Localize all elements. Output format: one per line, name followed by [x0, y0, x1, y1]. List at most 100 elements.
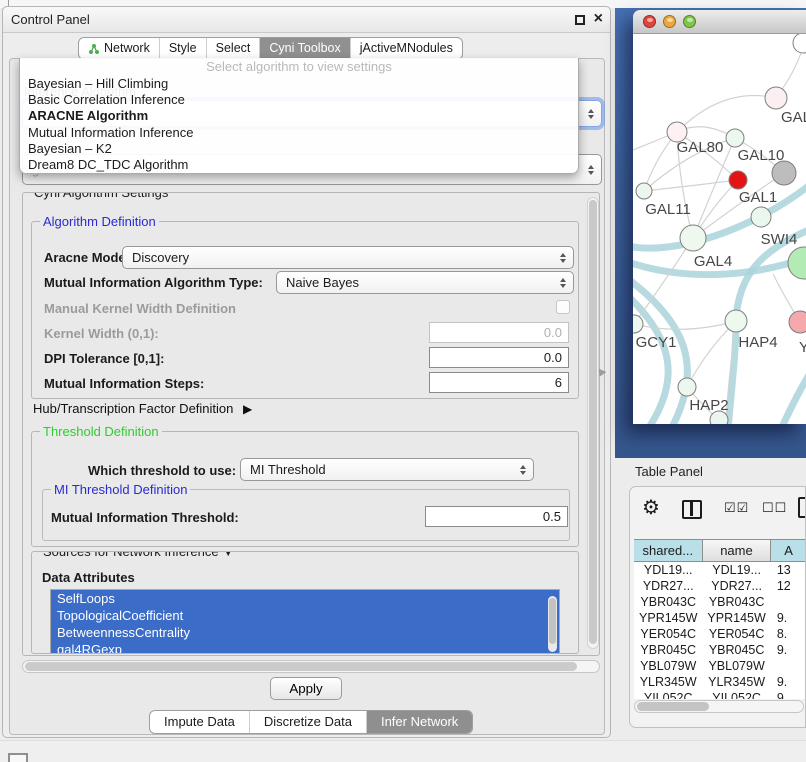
network-canvas[interactable]: GALGAL80GAL10GAL1GAL11SWI4GAL4GCY1HAP4YH… — [633, 34, 806, 424]
attribute-list-item[interactable]: gal4RGexp — [51, 641, 559, 654]
tab-cyni-toolbox[interactable]: Cyni Toolbox — [259, 38, 349, 59]
tab-style[interactable]: Style — [159, 38, 206, 59]
sources-group: Sources for Network Inference ▼ Data Att… — [31, 551, 579, 654]
table-row[interactable]: YBL079WYBL079W — [634, 658, 806, 674]
select-all-columns-icon[interactable]: ☑☑ — [724, 500, 749, 516]
mi-threshold-field[interactable]: 0.5 — [425, 506, 568, 527]
manual-kernel-width-checkbox[interactable] — [556, 300, 570, 314]
network-view-window[interactable]: GALGAL80GAL10GAL1GAL11SWI4GAL4GCY1HAP4YH… — [633, 10, 806, 424]
table-cell: 9. — [771, 674, 806, 690]
network-node-label: SWI4 — [761, 231, 798, 248]
close-traffic-light[interactable] — [643, 15, 656, 28]
attribute-list-item[interactable]: SelfLoops — [51, 590, 559, 607]
mi-threshold-definition-group: MI Threshold Definition Mutual Informati… — [42, 489, 570, 541]
column-header-clipped[interactable]: A — [771, 540, 806, 561]
settings-group-title: Cyni Algorithm Settings — [31, 192, 171, 200]
network-node[interactable] — [678, 378, 696, 396]
network-node[interactable] — [680, 225, 706, 251]
settings-vertical-scrollbar[interactable] — [587, 197, 599, 649]
table-cell: 9. — [771, 610, 806, 626]
network-node[interactable] — [765, 87, 787, 109]
export-table-icon[interactable] — [798, 497, 806, 518]
network-node[interactable] — [729, 171, 747, 189]
algorithm-option[interactable]: Bayesian – Hill Climbing — [20, 76, 578, 92]
network-node[interactable] — [789, 311, 806, 333]
table-row[interactable]: YER054CYER054C8. — [634, 626, 806, 642]
aracne-mode-combobox[interactable]: Discovery — [122, 246, 574, 269]
algorithm-option[interactable]: Dream8 DC_TDC Algorithm — [20, 157, 578, 173]
attribute-list-item[interactable]: TopologicalCoefficient — [51, 607, 559, 624]
float-window-icon[interactable] — [575, 15, 585, 25]
list-vertical-scrollbar[interactable] — [548, 596, 557, 652]
dpi-tolerance-field[interactable]: 0.0 — [429, 347, 569, 368]
deselect-all-columns-icon[interactable]: ☐☐ — [762, 500, 787, 516]
table-row[interactable]: YDR27...YDR27...12 — [634, 578, 806, 594]
algorithm-option[interactable]: Mutual Information Inference — [20, 125, 578, 141]
which-threshold-combobox[interactable]: MI Threshold — [240, 458, 534, 481]
table-horizontal-scrollbar[interactable] — [634, 700, 804, 713]
expand-right-icon[interactable]: ▶ — [243, 402, 252, 416]
close-icon[interactable]: × — [594, 10, 603, 28]
scrollbar-thumb[interactable] — [25, 662, 577, 671]
mi-algorithm-type-combobox[interactable]: Naive Bayes — [276, 271, 574, 294]
settings-horizontal-scrollbar[interactable] — [22, 660, 600, 673]
mi-algorithm-type-value: Naive Bayes — [286, 275, 359, 290]
table-row[interactable]: YLR345WYLR345W9. — [634, 674, 806, 690]
network-edge[interactable] — [677, 96, 776, 132]
algorithm-definition-group: Algorithm Definition Aracne Mode: Discov… — [31, 221, 579, 399]
hub-factor-label: Hub/Transcription Factor Definition — [33, 401, 233, 416]
split-columns-icon[interactable] — [682, 500, 702, 519]
network-window-titlebar[interactable] — [633, 10, 806, 34]
attribute-list-item[interactable]: BetweennessCentrality — [51, 624, 559, 641]
network-node[interactable] — [633, 315, 643, 333]
tab-select[interactable]: Select — [206, 38, 260, 59]
hub-factor-section[interactable]: Hub/Transcription Factor Definition ▶ — [33, 401, 252, 416]
table-row[interactable]: YPR145WYPR145W9. — [634, 610, 806, 626]
column-header-name[interactable]: name — [703, 540, 772, 561]
table-cell: YBR045C — [634, 642, 702, 658]
network-node[interactable] — [751, 207, 771, 227]
network-edge[interactable] — [687, 321, 736, 387]
network-node[interactable] — [725, 310, 747, 332]
table-row[interactable]: YBR045CYBR045C9. — [634, 642, 806, 658]
column-header-shared-name[interactable]: shared... — [634, 540, 703, 561]
network-node[interactable] — [772, 161, 796, 185]
table-cell: YDL19... — [634, 562, 702, 578]
apply-button[interactable]: Apply — [270, 677, 342, 700]
scrollbar-thumb[interactable] — [637, 702, 709, 711]
table-row[interactable]: YIL052CYIL052C9 — [634, 690, 806, 699]
network-node[interactable] — [636, 183, 652, 199]
zoom-traffic-light[interactable] — [683, 15, 696, 28]
network-edge[interactable] — [781, 372, 806, 424]
collapse-icon[interactable]: ▼ — [222, 551, 234, 559]
scrollbar-thumb[interactable] — [589, 200, 597, 644]
network-node-label: Y — [799, 339, 806, 356]
data-attributes-list[interactable]: SelfLoopsTopologicalCoefficientBetweenne… — [50, 589, 560, 654]
tab-impute-data[interactable]: Impute Data — [150, 711, 249, 733]
mi-steps-field[interactable]: 6 — [429, 372, 569, 393]
tab-jactivemnodules[interactable]: jActiveMNodules — [350, 38, 462, 59]
algorithm-option[interactable]: Bayesian – K2 — [20, 141, 578, 157]
tab-discretize-data[interactable]: Discretize Data — [249, 711, 366, 733]
table-row[interactable]: YDL19...YDL19...13 — [634, 562, 806, 578]
tab-network[interactable]: Network — [79, 38, 159, 59]
network-node[interactable] — [726, 129, 744, 147]
cyni-algorithm-settings-group: Cyni Algorithm Settings Algorithm Defini… — [22, 192, 600, 656]
which-threshold-value: MI Threshold — [250, 462, 326, 477]
algorithm-option[interactable]: Basic Correlation Inference — [20, 92, 578, 108]
tab-infer-network[interactable]: Infer Network — [366, 711, 472, 733]
table-row[interactable]: YBR043CYBR043C — [634, 594, 806, 610]
network-edge[interactable] — [644, 180, 738, 191]
algorithm-option[interactable]: ARACNE Algorithm — [20, 108, 578, 124]
scrollbar-thumb[interactable] — [549, 598, 556, 644]
minimize-traffic-light[interactable] — [663, 15, 676, 28]
data-attributes-items: SelfLoopsTopologicalCoefficientBetweenne… — [51, 590, 559, 654]
table-cell: YPR145W — [634, 610, 702, 626]
network-node-label: GAL11 — [645, 201, 691, 218]
network-node[interactable] — [793, 34, 806, 53]
minimized-panel-icon[interactable] — [8, 753, 28, 762]
network-node[interactable] — [788, 247, 806, 279]
gear-icon[interactable]: ⚙ — [642, 495, 660, 520]
kernel-width-field[interactable]: 0.0 — [429, 322, 569, 343]
threshold-definition-title: Threshold Definition — [40, 424, 162, 439]
